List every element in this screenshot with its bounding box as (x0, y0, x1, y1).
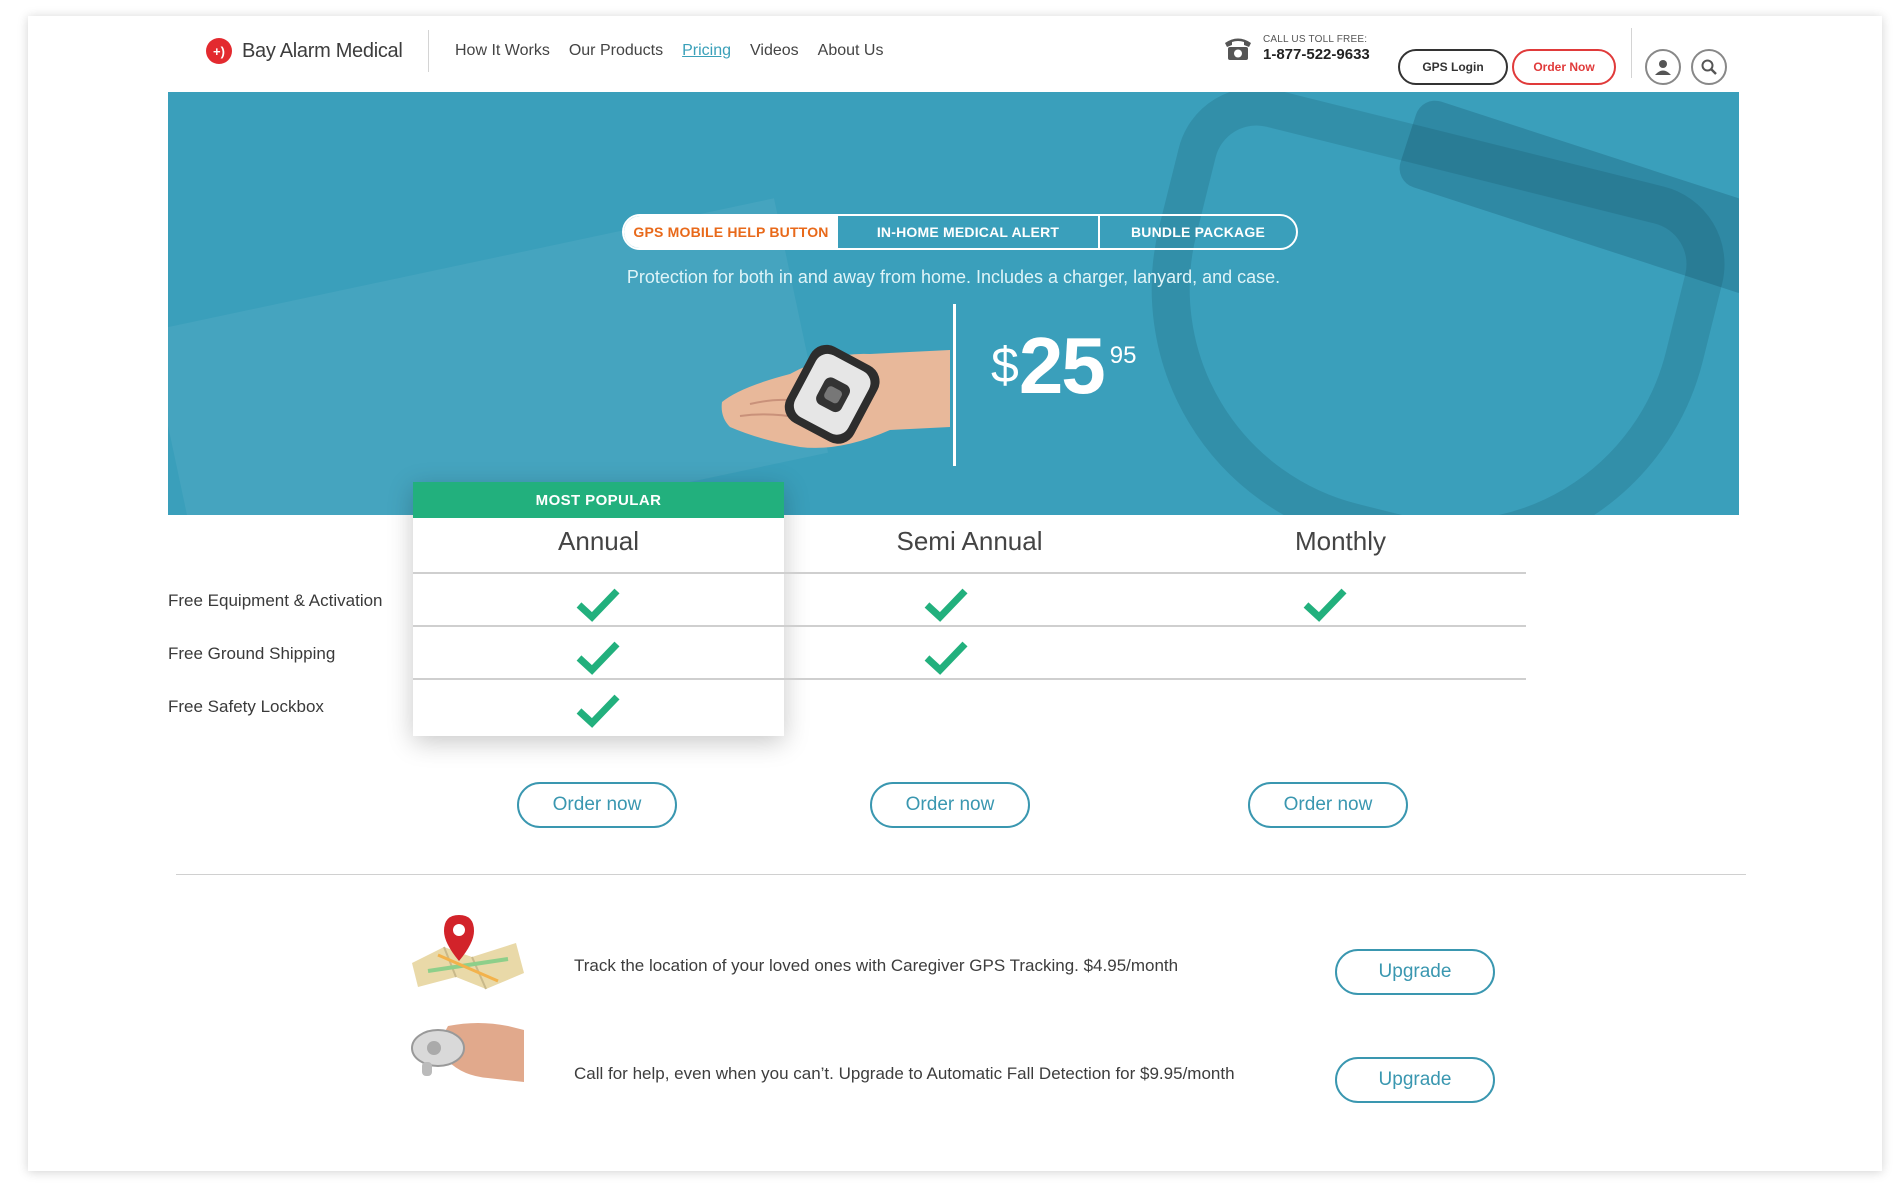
feature-free-lockbox: Free Safety Lockbox (168, 697, 324, 716)
table-row-divider (413, 625, 1526, 627)
hero-subtitle: Protection for both in and away from hom… (626, 267, 1281, 287)
order-semi-annual-button[interactable]: Order now (870, 782, 1030, 828)
price-display: $ 25 95 (991, 320, 1137, 412)
checkmark-icon (576, 694, 620, 728)
checkmark-icon (576, 588, 620, 622)
upgrade-fall-detection-button[interactable]: Upgrade (1335, 1057, 1495, 1103)
addon-gps-tracking-text: Track the location of your loved ones wi… (574, 956, 1179, 975)
addon-fall-detection-text: Call for help, even when you can’t. Upgr… (574, 1064, 1235, 1083)
feature-free-equipment: Free Equipment & Activation (168, 591, 383, 610)
hero-divider (953, 304, 956, 466)
telephone-icon (1225, 38, 1251, 60)
brand-logo-icon: +) (206, 38, 232, 64)
table-row-divider (413, 678, 1526, 680)
checkmark-icon (576, 641, 620, 675)
call-label: CALL US TOLL FREE: (1263, 33, 1368, 45)
hero-banner: GPS MOBILE HELP BUTTON IN-HOME MEDICAL A… (168, 92, 1739, 515)
site-header: +) Bay Alarm Medical How It Works Our Pr… (28, 16, 1882, 90)
search-button[interactable] (1691, 49, 1727, 85)
header-divider (428, 30, 429, 72)
nav-videos[interactable]: Videos (750, 42, 799, 60)
table-row-divider (413, 572, 1526, 574)
plan-monthly-title: Monthly (1294, 526, 1387, 556)
header-divider-right (1631, 28, 1632, 78)
nav-our-products[interactable]: Our Products (569, 42, 663, 60)
price-whole: 25 (1018, 321, 1106, 410)
section-divider (176, 874, 1746, 875)
checkmark-icon (924, 588, 968, 622)
nav-about-us[interactable]: About Us (818, 42, 884, 60)
nav-pricing[interactable]: Pricing (682, 42, 731, 60)
gps-device-in-hand-image (721, 344, 950, 448)
order-annual-button[interactable]: Order now (517, 782, 677, 828)
fall-detection-device-icon (411, 1023, 524, 1082)
account-button[interactable] (1645, 49, 1681, 85)
order-now-button[interactable]: Order Now (1512, 49, 1616, 85)
most-popular-badge: MOST POPULAR (413, 482, 784, 518)
page-frame: +) Bay Alarm Medical How It Works Our Pr… (28, 16, 1882, 1171)
search-icon (1701, 59, 1717, 75)
price-currency: $ (991, 337, 1019, 393)
gps-login-button[interactable]: GPS Login (1398, 49, 1508, 85)
plan-semi-annual-title: Semi Annual (896, 526, 1043, 556)
brand-name: Bay Alarm Medical (242, 39, 403, 62)
main-nav: How It Works Our Products Pricing Videos… (455, 42, 883, 60)
tab-in-home-medical-alert[interactable]: IN-HOME MEDICAL ALERT (838, 216, 1100, 248)
order-monthly-button[interactable]: Order now (1248, 782, 1408, 828)
checkmark-icon (1303, 588, 1347, 622)
plan-annual-title: Annual (558, 526, 639, 556)
upgrade-gps-tracking-button[interactable]: Upgrade (1335, 949, 1495, 995)
phone-number[interactable]: 1-877-522-9633 (1263, 47, 1370, 62)
feature-free-shipping: Free Ground Shipping (168, 644, 336, 663)
tab-bundle-package[interactable]: BUNDLE PACKAGE (1100, 216, 1296, 248)
tab-gps-mobile-help-button[interactable]: GPS MOBILE HELP BUTTON (624, 216, 838, 248)
checkmark-icon (924, 641, 968, 675)
phone-contact[interactable]: CALL US TOLL FREE: 1-877-522-9633 (1223, 34, 1370, 62)
user-icon (1655, 60, 1671, 75)
nav-how-it-works[interactable]: How It Works (455, 42, 550, 60)
brand-logo[interactable]: +) Bay Alarm Medical (206, 38, 403, 64)
product-tabs: GPS MOBILE HELP BUTTON IN-HOME MEDICAL A… (622, 214, 1298, 250)
price-cents: 95 (1109, 342, 1137, 369)
map-pin-icon (412, 915, 524, 990)
